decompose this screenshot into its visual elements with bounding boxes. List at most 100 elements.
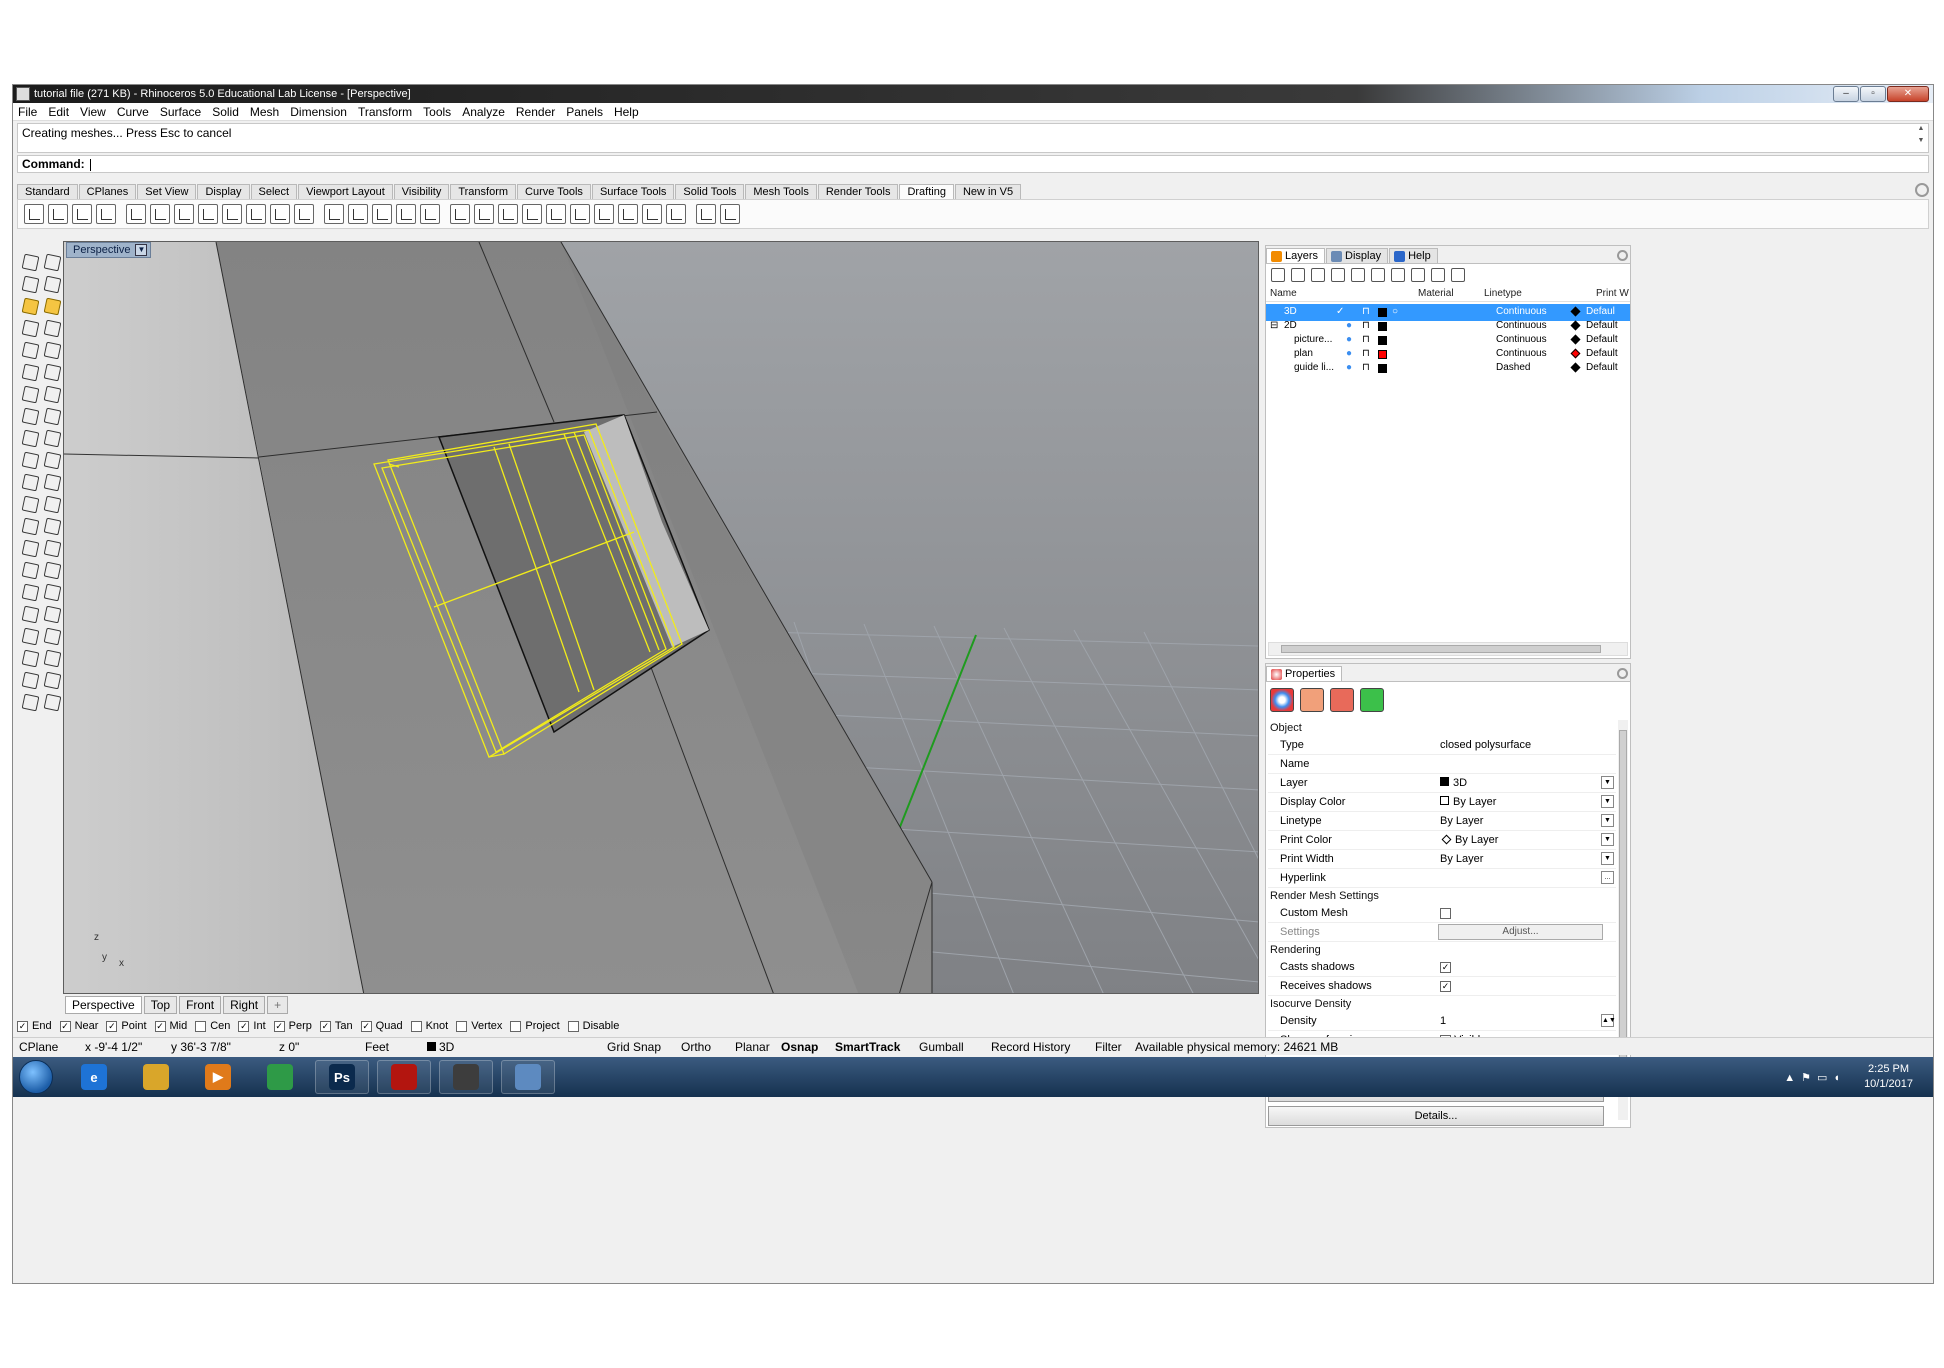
osnap-quad[interactable]: ✓ Quad (360, 1020, 403, 1032)
osnap-end[interactable]: ✓ End (17, 1020, 52, 1032)
tools-icon[interactable] (1431, 268, 1445, 282)
scale-icon[interactable] (21, 473, 39, 491)
osnap-checkbox[interactable]: ✓ (360, 1020, 372, 1032)
tab-solid-tools[interactable]: Solid Tools (675, 184, 745, 199)
analyze-icon[interactable] (21, 671, 39, 689)
revolve-icon[interactable] (21, 561, 39, 579)
layer-print-width[interactable]: Default (1586, 348, 1618, 359)
osnap-toggle[interactable]: Osnap (781, 1040, 818, 1054)
rotate-icon[interactable] (43, 451, 61, 469)
hatch-icon[interactable] (450, 204, 470, 224)
osnap-vertex[interactable]: Vertex (456, 1020, 502, 1032)
osnap-knot[interactable]: Knot (410, 1020, 448, 1032)
panel-tab-properties[interactable]: Properties (1266, 666, 1343, 681)
filter-icon[interactable] (1391, 268, 1405, 282)
ie-icon[interactable]: e (67, 1060, 121, 1094)
polyline-icon[interactable] (21, 275, 39, 293)
osnap-checkbox[interactable] (410, 1020, 422, 1032)
arc-icon[interactable] (43, 319, 61, 337)
move-out-icon[interactable] (1371, 268, 1385, 282)
ellipse-icon[interactable] (43, 341, 61, 359)
col-linetype[interactable]: Linetype (1484, 288, 1522, 299)
decal-icon[interactable] (1330, 688, 1354, 712)
menu-edit[interactable]: Edit (48, 105, 69, 119)
col-print-width[interactable]: Print W (1596, 288, 1629, 299)
panel-options-gear-icon[interactable] (1617, 250, 1628, 261)
layer-horizontal-scrollbar[interactable] (1268, 642, 1628, 656)
layer-name[interactable]: 3D (1284, 306, 1297, 317)
gear-tool-icon[interactable] (21, 297, 39, 315)
menu-render[interactable]: Render (516, 105, 555, 119)
acrobat-icon[interactable] (377, 1060, 431, 1094)
osnap-checkbox[interactable]: ✓ (238, 1020, 250, 1032)
boolean-icon[interactable] (21, 517, 39, 535)
table-icon[interactable] (642, 204, 662, 224)
dot-icon[interactable] (348, 204, 368, 224)
radial-dimension-icon[interactable] (222, 204, 242, 224)
loft-icon[interactable] (21, 539, 39, 557)
osnap-checkbox[interactable]: ✓ (59, 1020, 71, 1032)
hyperlink-browse-button[interactable]: ... (1601, 871, 1614, 884)
viewport-menu-chevron-down-icon[interactable]: ▼ (135, 244, 148, 256)
osnap-mid[interactable]: ✓ Mid (154, 1020, 187, 1032)
osnap-perp[interactable]: ✓ Perp (273, 1020, 312, 1032)
osnap-tan[interactable]: ✓ Tan (319, 1020, 353, 1032)
menu-panels[interactable]: Panels (566, 105, 603, 119)
layer-print-width[interactable]: Defaul (1586, 306, 1615, 317)
lock-icon[interactable]: ⊓ (1362, 320, 1370, 331)
viewport-title[interactable]: Perspective ▼ (66, 242, 152, 258)
tab-viewport-layout[interactable]: Viewport Layout (298, 184, 393, 199)
layer-help-icon[interactable] (1451, 268, 1465, 282)
status-layer[interactable]: 3D (427, 1040, 454, 1054)
mirror-icon[interactable] (43, 473, 61, 491)
filter-button[interactable]: Filter (1095, 1040, 1122, 1054)
density-field[interactable]: 1 ▲▼ (1438, 1012, 1616, 1030)
tab-standard[interactable]: Standard (17, 184, 78, 199)
tab-cplanes[interactable]: CPlanes (78, 184, 137, 199)
move-up-icon[interactable] (1331, 268, 1345, 282)
osnap-checkbox[interactable]: ✓ (319, 1020, 331, 1032)
menu-mesh[interactable]: Mesh (250, 105, 279, 119)
curve-icon[interactable] (21, 319, 39, 337)
orient-icon[interactable] (43, 495, 61, 513)
point-icon[interactable] (43, 253, 61, 271)
text-icon[interactable] (324, 204, 344, 224)
scroll-thumb[interactable] (1619, 730, 1627, 1090)
aligned-dimension-icon[interactable] (150, 204, 170, 224)
group-icon[interactable] (21, 649, 39, 667)
layer-name[interactable]: 2D (1284, 320, 1297, 331)
name-field[interactable] (1438, 755, 1616, 773)
render-icon[interactable] (21, 693, 39, 711)
sweep-icon[interactable] (43, 539, 61, 557)
leader-icon[interactable] (294, 204, 314, 224)
osnap-project[interactable]: Project (510, 1020, 560, 1032)
text-object-icon[interactable] (594, 204, 614, 224)
history-scroll-arrows[interactable]: ▲ ▼ (1916, 125, 1926, 144)
osnap-checkbox[interactable] (195, 1020, 207, 1032)
density-spinner[interactable]: ▲▼ (1601, 1014, 1616, 1027)
viewport-tab-top[interactable]: Top (143, 996, 178, 1014)
record-history-toggle[interactable]: Record History (991, 1040, 1070, 1054)
extrude-icon[interactable] (43, 517, 61, 535)
menu-dimension[interactable]: Dimension (290, 105, 347, 119)
join-icon[interactable] (43, 429, 61, 447)
properties-options-gear-icon[interactable] (1617, 668, 1628, 679)
layer-state-icon[interactable] (720, 204, 740, 224)
lock-icon[interactable]: ⊓ (1362, 334, 1370, 345)
custom-mesh-checkbox[interactable] (1440, 907, 1451, 919)
viewport-canvas[interactable] (64, 242, 1259, 994)
material-icon[interactable] (1300, 688, 1324, 712)
viewport-tab-perspective[interactable]: Perspective (65, 996, 142, 1014)
menu-view[interactable]: View (80, 105, 106, 119)
tab-transform[interactable]: Transform (450, 184, 517, 199)
command-line[interactable]: Command: (17, 155, 1929, 173)
menu-transform[interactable]: Transform (358, 105, 412, 119)
frame-icon[interactable] (43, 671, 61, 689)
planar-toggle[interactable]: Planar (735, 1040, 770, 1054)
print-icon[interactable] (696, 204, 716, 224)
select-arrow-icon[interactable] (21, 253, 39, 271)
menu-tools[interactable]: Tools (423, 105, 451, 119)
print-color-select[interactable]: By Layer ▼ (1438, 831, 1616, 849)
layer-linetype[interactable]: Dashed (1496, 362, 1530, 373)
add-viewport-tab[interactable]: + (267, 996, 289, 1014)
